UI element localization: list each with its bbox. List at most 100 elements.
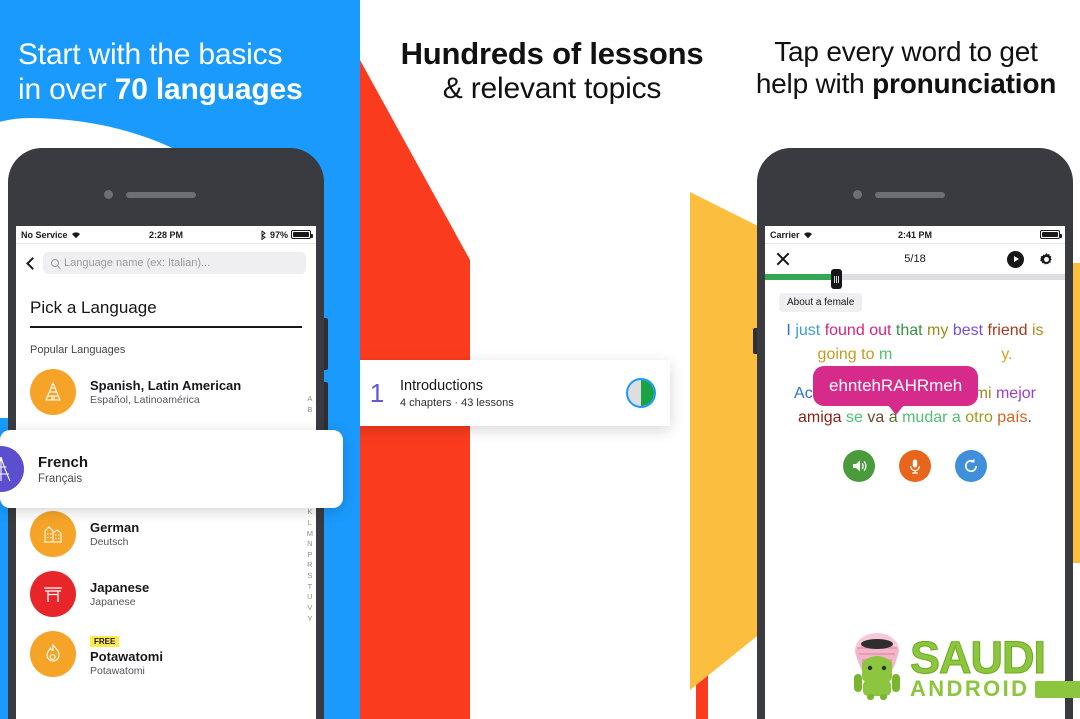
status-bar: Carrier 2:41 PM	[765, 226, 1065, 244]
pronunciation-bubble: ehntehRAHRmeh	[813, 366, 979, 415]
english-sentence: I just found out that my best friend is …	[765, 312, 1065, 368]
phone-side-button	[324, 382, 328, 434]
word-token[interactable]: y.	[1001, 346, 1012, 363]
word-token[interactable]: se	[846, 409, 863, 426]
unit-name: Introductions	[400, 378, 484, 394]
context-tooltip: About a female	[779, 293, 863, 312]
promo-panel-1: Start with the basics in over 70 languag…	[0, 0, 360, 719]
list-item-text: German Deutsch	[90, 520, 139, 548]
watermark-logo: SAUDI ANDROID	[846, 628, 1080, 700]
word-token[interactable]: va	[867, 409, 884, 426]
language-native-name: Deutsch	[90, 535, 129, 548]
word-token[interactable]: m	[879, 346, 892, 363]
navigation-bar: Language name (ex: Italian)...	[16, 244, 316, 282]
selected-language-card[interactable]: French Français	[0, 430, 343, 508]
status-right: 97%	[260, 229, 313, 240]
microphone-icon	[909, 459, 921, 474]
play-circle-icon[interactable]	[1007, 250, 1024, 268]
language-name: Potawatomi	[90, 648, 163, 664]
replay-icon	[964, 459, 978, 473]
church-icon	[30, 510, 76, 557]
unit-meta: 4 chapters · 43 lessons	[400, 397, 514, 409]
watermark-bar	[1035, 680, 1080, 698]
camera-dot	[104, 190, 113, 199]
word-token[interactable]: mejor	[996, 385, 1036, 402]
microphone-button[interactable]	[899, 450, 931, 483]
word-token[interactable]: I	[786, 322, 790, 339]
word-token[interactable]: my	[927, 322, 948, 339]
list-item[interactable]: German Deutsch	[16, 504, 316, 564]
chevron-left-icon[interactable]	[24, 257, 37, 270]
speaker-icon	[853, 460, 867, 472]
screenshot-stage: Start with the basics in over 70 languag…	[0, 0, 1080, 719]
speaker-button[interactable]	[843, 450, 875, 483]
watermark-subbrand: ANDROID	[910, 678, 1080, 700]
language-native-name: Japanese	[90, 595, 136, 608]
headline-line-1: Hundreds of lessons	[400, 36, 704, 71]
slider-handle[interactable]	[831, 269, 842, 289]
word-token: .	[1027, 408, 1032, 426]
progress-indicator	[626, 378, 656, 408]
replay-button[interactable]	[955, 450, 987, 483]
pyramid-icon	[30, 368, 76, 415]
language-name: Spanish, Latin American	[90, 377, 242, 393]
lesson-progress-slider[interactable]	[765, 269, 1065, 289]
headline-line-2: help with pronunciation	[755, 68, 1057, 100]
headline-line-1: Tap every word to get	[774, 36, 1038, 67]
word-token[interactable]: amiga	[798, 409, 842, 426]
search-icon	[51, 259, 59, 267]
language-native-name: Español, Latinoamérica	[90, 393, 200, 406]
list-item-text: Japanese Japanese	[90, 580, 149, 608]
speaker-grill	[126, 192, 196, 198]
status-right	[1040, 230, 1062, 239]
selected-language-text: French Français	[38, 454, 88, 485]
headline-panel-1: Start with the basics in over 70 languag…	[18, 38, 303, 108]
progress-fill	[765, 274, 834, 280]
lesson-action-buttons	[765, 450, 1065, 483]
eiffel-tower-icon	[0, 446, 24, 492]
word-token[interactable]: found	[825, 322, 865, 339]
android-mascot-icon	[846, 628, 908, 700]
headline-panel-2: Hundreds of lessons & relevant topics	[382, 36, 720, 107]
clock-label: 2:41 PM	[897, 229, 932, 240]
headline-line-2: & relevant topics	[442, 71, 662, 105]
unit-number: 1	[369, 377, 385, 408]
list-item-text: Spanish, Latin American Español, Latinoa…	[90, 378, 241, 406]
alphabet-index[interactable]: A B K L M N P R S T U V Y	[307, 394, 313, 624]
word-token[interactable]: just	[795, 322, 820, 339]
promo-panel-2: Hundreds of lessons & relevant topics No…	[360, 0, 720, 719]
word-token[interactable]: país	[997, 409, 1027, 426]
status-badge: FREE	[90, 635, 120, 647]
watermark-text: SAUDI ANDROID	[909, 635, 1080, 700]
list-item[interactable]: FREE Potawatomi Potawatomi	[16, 624, 316, 684]
word-token[interactable]: to	[861, 346, 874, 363]
speaker-grill	[875, 192, 945, 198]
phone-side-button	[753, 328, 757, 354]
word-token[interactable]: friend	[988, 322, 1028, 339]
battery-icon	[1040, 230, 1062, 239]
selected-unit-text: Introductions 4 chapters · 43 lessons	[400, 377, 514, 409]
word-token[interactable]: is	[1032, 322, 1044, 339]
list-item[interactable]: Japanese Japanese	[16, 564, 316, 624]
word-token[interactable]: a	[952, 409, 961, 426]
word-token[interactable]: out	[869, 322, 891, 339]
headline-line-1: Start with the basics	[18, 38, 283, 71]
word-token[interactable]: mudar	[902, 409, 947, 426]
selected-unit-row[interactable]: 1 Introductions 4 chapters · 43 lessons	[360, 360, 670, 426]
search-input[interactable]: Language name (ex: Italian)...	[43, 252, 306, 274]
word-token[interactable]: going	[818, 346, 857, 363]
word-token[interactable]: best	[953, 322, 983, 339]
navigation-bar: 5/18	[765, 244, 1065, 274]
battery-icon	[291, 230, 313, 239]
battery-label: 97%	[269, 229, 288, 240]
language-native-name: Français	[38, 472, 83, 485]
word-token[interactable]: that	[896, 322, 923, 339]
list-item-text: FREE Potawatomi Potawatomi	[90, 631, 163, 677]
gear-icon[interactable]	[1038, 251, 1055, 268]
list-item[interactable]: Spanish, Latin American Español, Latinoa…	[16, 362, 316, 422]
search-placeholder: Language name (ex: Italian)...	[64, 257, 211, 269]
word-token[interactable]: otro	[965, 409, 993, 426]
language-name: Japanese	[90, 579, 150, 595]
phone-side-button	[324, 318, 328, 370]
flame-icon	[30, 630, 76, 677]
